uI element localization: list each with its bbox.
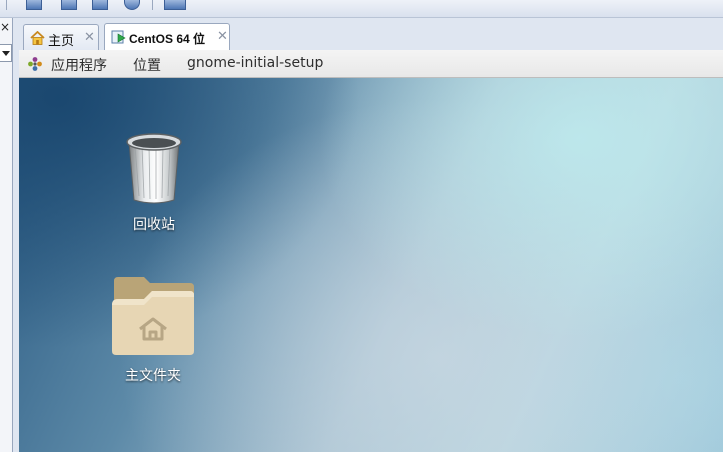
tab-centos-label: CentOS 64 位 — [129, 32, 206, 46]
vm-info-icon[interactable] — [124, 0, 140, 10]
gnome-top-bar: 应用程序 位置 gnome-initial-setup — [19, 50, 723, 78]
desktop: 回收站 主文件夹 — [19, 78, 723, 452]
desktop-icon-home-folder[interactable]: 主文件夹 — [101, 275, 205, 387]
trash-icon — [126, 133, 182, 204]
display-icon[interactable] — [61, 0, 77, 10]
applications-menu[interactable]: 应用程序 — [51, 55, 107, 75]
tab-strip: 主页 ✕ CentOS 64 位 ✕ — [19, 18, 723, 50]
toolbar-separator — [6, 0, 7, 10]
folder-home-icon — [112, 277, 194, 355]
places-menu[interactable]: 位置 — [133, 55, 161, 75]
close-icon[interactable]: ✕ — [84, 29, 95, 45]
app-menu[interactable]: gnome-initial-setup — [187, 55, 323, 71]
tab-home-label: 主页 — [48, 33, 75, 48]
toolbar-separator — [152, 0, 153, 10]
console-icon[interactable] — [164, 0, 186, 10]
library-sidebar: × — [0, 18, 13, 452]
tab-home[interactable]: 主页 ✕ — [23, 24, 99, 50]
home-folder-label: 主文件夹 — [125, 368, 181, 384]
fullscreen-icon[interactable] — [92, 0, 108, 10]
sidebar-dropdown[interactable] — [0, 44, 12, 62]
vmware-toolbar — [0, 0, 723, 18]
window-icon[interactable] — [26, 0, 42, 10]
vm-run-icon — [111, 30, 126, 44]
trash-label: 回收站 — [133, 217, 175, 233]
close-icon[interactable]: ✕ — [217, 28, 228, 44]
chevron-down-icon — [2, 51, 10, 56]
desktop-icon-trash[interactable]: 回收站 — [109, 130, 199, 240]
tab-centos[interactable]: CentOS 64 位 ✕ — [104, 23, 230, 50]
sidebar-close-icon[interactable]: × — [0, 20, 10, 34]
home-icon — [30, 31, 45, 45]
applications-icon — [28, 57, 42, 71]
